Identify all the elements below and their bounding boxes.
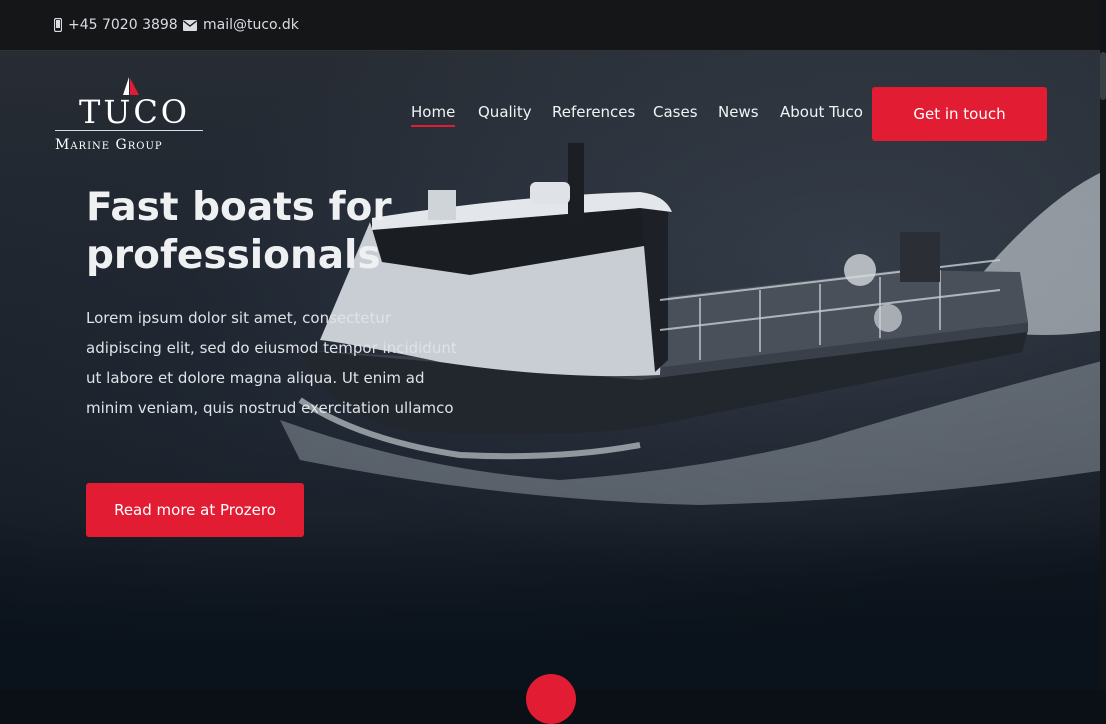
tuco-logo[interactable]: Tuco Marine Group bbox=[55, 76, 205, 156]
logo-name: Tuco bbox=[79, 93, 191, 131]
get-in-touch-button[interactable]: Get in touch bbox=[872, 87, 1047, 141]
email-contact[interactable]: mail@tuco.dk bbox=[183, 0, 299, 50]
phone-contact[interactable]: +45 7020 3898 bbox=[54, 0, 178, 50]
nav-item-cases[interactable]: Cases bbox=[653, 103, 698, 121]
nav-item-about-tuco[interactable]: About Tuco bbox=[780, 103, 863, 121]
hero-title: Fast boats for professionals bbox=[86, 185, 392, 278]
topbar: +45 7020 3898 mail@tuco.dk bbox=[0, 0, 1106, 51]
scrollbar[interactable] bbox=[1100, 0, 1106, 690]
read-more-button[interactable]: Read more at Prozero bbox=[86, 483, 304, 537]
nav-item-news[interactable]: News bbox=[718, 103, 759, 121]
logo-subtitle: Marine Group bbox=[55, 137, 163, 153]
phone-icon bbox=[54, 18, 62, 32]
email-address: mail@tuco.dk bbox=[203, 17, 299, 33]
envelope-icon bbox=[183, 19, 197, 31]
nav-item-references[interactable]: References bbox=[552, 103, 635, 121]
hero-text: Lorem ipsum dolor sit amet, consectetur … bbox=[86, 309, 457, 417]
phone-number: +45 7020 3898 bbox=[68, 17, 178, 33]
scroll-down-button[interactable] bbox=[526, 674, 576, 724]
hero-fade bbox=[0, 520, 1106, 690]
scrollbar-thumb[interactable] bbox=[1100, 52, 1106, 100]
nav-item-quality[interactable]: Quality bbox=[478, 103, 532, 121]
logo-divider bbox=[55, 130, 203, 131]
nav-item-home[interactable]: Home bbox=[411, 103, 456, 127]
